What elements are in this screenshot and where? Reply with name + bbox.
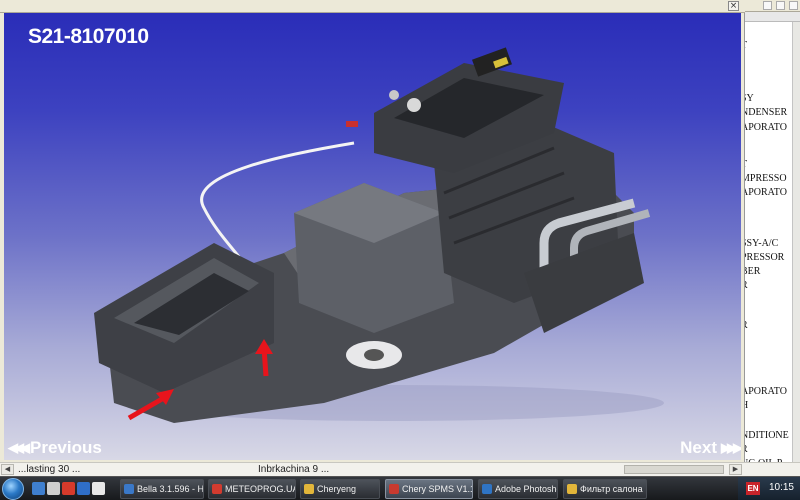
show-desktop-icon[interactable] <box>32 482 45 495</box>
close-icon[interactable]: × <box>728 1 739 11</box>
system-tray: EN 10:15 <box>738 477 800 500</box>
scroll-thumb[interactable] <box>624 465 724 474</box>
start-button-icon[interactable] <box>2 478 24 500</box>
language-indicator[interactable]: EN <box>746 482 760 495</box>
taskbar-button-label: Chery SPMS V1.1:1 —... <box>402 484 472 494</box>
taskbar-button-label: METEOPROG.UA: Пог... <box>225 484 296 494</box>
next-button[interactable]: Next ▶▶▶ <box>680 438 741 458</box>
hvac-unit-image <box>94 47 664 423</box>
document-pane: T SY NDENSER APORATO T MPRESSO APORATO SSY-A/C P… <box>745 0 800 462</box>
document-line: T <box>745 159 747 170</box>
document-line: SY <box>745 93 754 104</box>
viewer-horizontal-scrollbar[interactable]: ◀ ...lasting 30 ... Inbrkachina 9 ... ▶ <box>0 462 745 476</box>
previous-button[interactable]: ◀◀◀ Previous <box>8 438 102 458</box>
document-line: R <box>745 444 748 455</box>
document-horizontal-scrollbar[interactable] <box>745 462 800 476</box>
part-illustration-panel: S21-8107010 ◀◀◀ Previous Next ▶▶▶ <box>4 13 741 460</box>
next-label: Next <box>680 438 717 457</box>
parts-viewer-window: × S21-8107010 ◀◀◀ Previous Next ▶▶▶ <box>0 0 745 462</box>
app-icon <box>389 484 399 494</box>
viewer-title-bar: × <box>0 0 745 13</box>
scroll-status-text: ...lasting 30 ... <box>18 464 81 475</box>
document-line: T <box>745 40 747 51</box>
taskbar-button[interactable]: Cheryeng <box>300 479 380 499</box>
close-doc-icon[interactable] <box>789 1 798 10</box>
taskbar-button-label: Adobe Photoshop <box>495 484 557 494</box>
app-icon <box>124 484 134 494</box>
document-line: APORATO <box>745 122 787 133</box>
next-arrows-icon: ▶▶▶ <box>721 440 741 455</box>
scroll-status-text-right: Inbrkachina 9 ... <box>258 464 330 475</box>
document-line: SSY-A/C <box>745 238 779 249</box>
app-icon <box>212 484 222 494</box>
taskbar-button[interactable]: Adobe Photoshop <box>478 479 558 499</box>
document-vertical-scrollbar[interactable] <box>792 22 800 462</box>
document-line: PRESSOR <box>745 252 785 263</box>
app-icon <box>304 484 314 494</box>
taskbar-button-label: Cheryeng <box>317 484 357 494</box>
document-line: R <box>745 280 748 291</box>
document-line: H <box>745 400 748 411</box>
opera-icon[interactable] <box>62 482 75 495</box>
taskbar: Bella 3.1.596 - Наукон... METEOPROG.UA: П… <box>0 476 800 500</box>
maximize-icon[interactable] <box>776 1 785 10</box>
word-icon[interactable] <box>77 482 90 495</box>
app-icon <box>567 484 577 494</box>
taskbar-button-label: Bella 3.1.596 - Наукон... <box>137 484 204 494</box>
scroll-left-icon[interactable]: ◀ <box>1 464 14 475</box>
document-ruler <box>745 12 800 22</box>
document-line: NDENSER <box>745 107 788 118</box>
minimize-icon[interactable] <box>763 1 772 10</box>
document-toolbar <box>745 0 800 12</box>
taskbar-button-label: Фильтр салона <box>580 484 643 494</box>
document-line: NDITIONE <box>745 430 789 441</box>
previous-arrows-icon: ◀◀◀ <box>8 440 30 455</box>
taskbar-button[interactable]: Chery SPMS V1.1:1 —... <box>385 479 473 499</box>
taskbar-button[interactable]: Фильтр салона <box>563 479 647 499</box>
app-icon <box>482 484 492 494</box>
clock[interactable]: 10:15 <box>769 482 794 493</box>
document-line: R <box>745 320 748 331</box>
document-line: APORATO <box>745 187 787 198</box>
taskbar-button[interactable]: Bella 3.1.596 - Наукон... <box>120 479 204 499</box>
document-line: MPRESSO <box>745 173 787 184</box>
document-line: BER <box>745 266 761 277</box>
taskbar-button[interactable]: METEOPROG.UA: Пог... <box>208 479 296 499</box>
previous-label: Previous <box>30 438 102 457</box>
document-line: APORATO <box>745 386 787 397</box>
quick-launch-icon[interactable] <box>47 482 60 495</box>
screen: × S21-8107010 ◀◀◀ Previous Next ▶▶▶ Y ND… <box>0 0 800 500</box>
scroll-right-icon[interactable]: ▶ <box>729 464 742 475</box>
document-icon[interactable] <box>92 482 105 495</box>
